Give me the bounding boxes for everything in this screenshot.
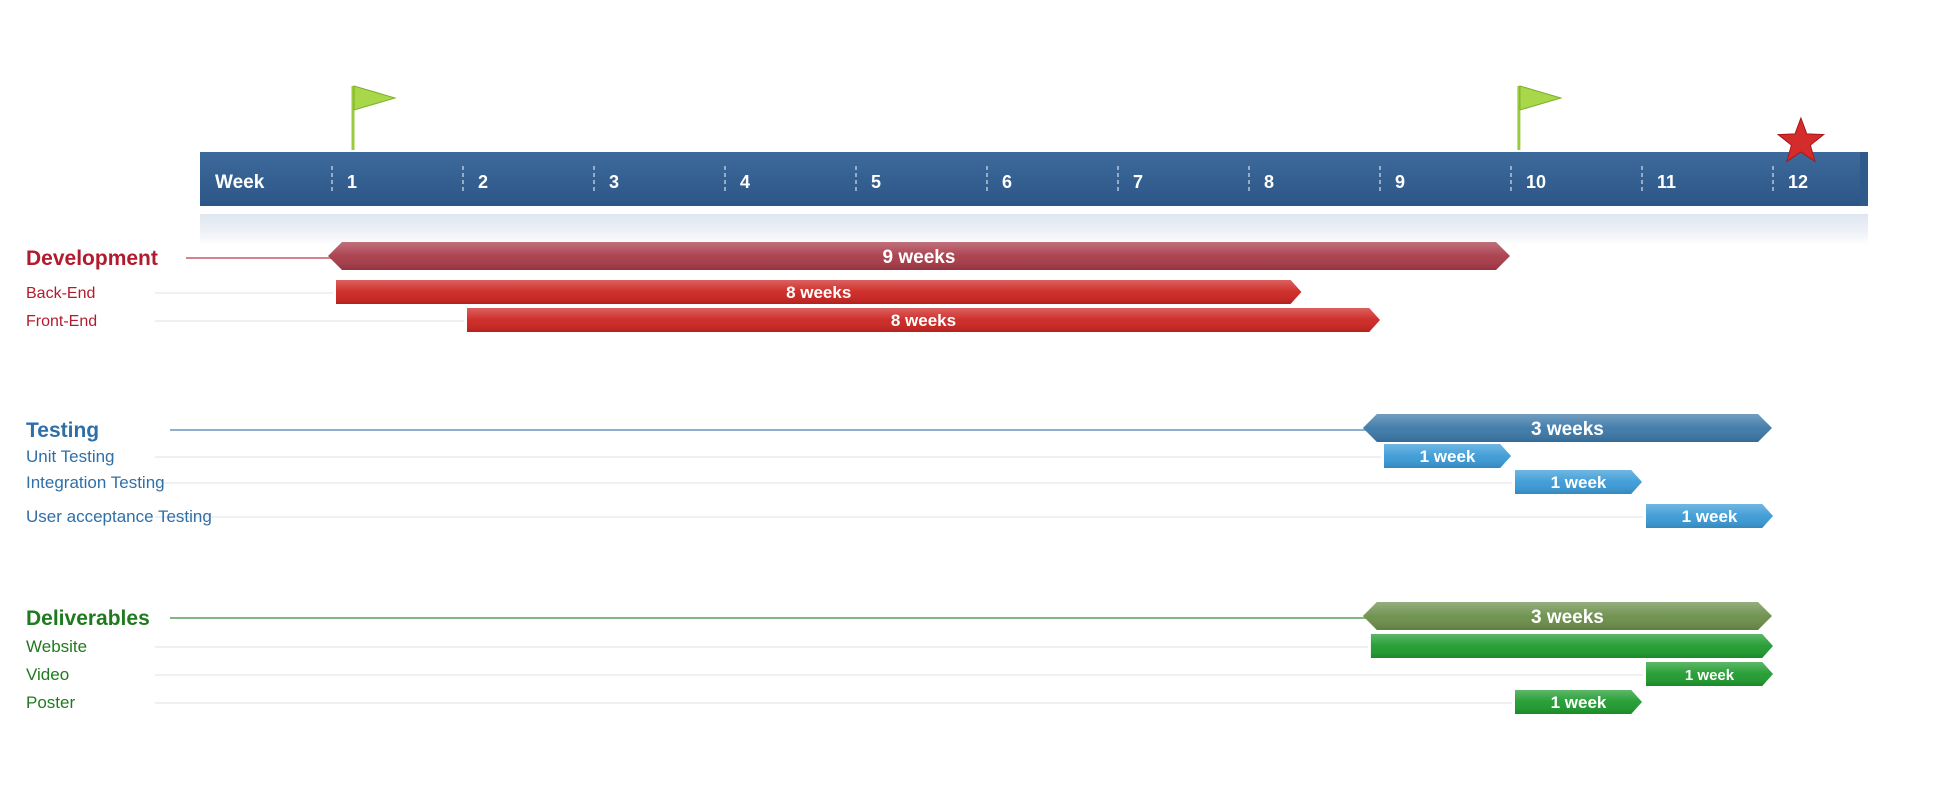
milestone-layer bbox=[351, 85, 1826, 163]
task-label: Unit Testing bbox=[26, 447, 115, 466]
rows-layer: Development 9 weeks Back-End 8 weeks Front-E… bbox=[26, 242, 1773, 714]
group-label: Development bbox=[26, 247, 158, 270]
flag-icon bbox=[353, 85, 397, 111]
axis-tick-label: 11 bbox=[1657, 172, 1676, 192]
gantt-chart: Week 1 2 3 4 5 6 7 8 9 10 11 12 Development 9 weeksBa… bbox=[26, 85, 1868, 714]
task-label: Front-End bbox=[26, 313, 97, 330]
axis-tick-label: 1 bbox=[347, 172, 357, 192]
summary-bar-label: 9 weeks bbox=[883, 247, 956, 268]
task-bar-label: 1 week bbox=[1420, 447, 1476, 466]
axis-tick-label: 4 bbox=[740, 172, 750, 192]
task-bar-label: 8 weeks bbox=[786, 283, 851, 302]
timeline-reflection bbox=[200, 214, 1868, 246]
timeline-header bbox=[200, 152, 1860, 206]
task-bar-label: 1 week bbox=[1551, 473, 1607, 492]
task-bar-label: 1 week bbox=[1682, 507, 1738, 526]
task-label: Back-End bbox=[26, 285, 95, 302]
task-bar-label: 1 week bbox=[1551, 693, 1607, 712]
task-label: Website bbox=[26, 637, 87, 656]
axis-tick-label: 7 bbox=[1133, 172, 1143, 192]
axis-tick-label: 12 bbox=[1788, 172, 1808, 192]
task-bar-gloss bbox=[1370, 634, 1773, 658]
axis-tick-label: 8 bbox=[1264, 172, 1274, 192]
axis-tick-label: 6 bbox=[1002, 172, 1012, 192]
summary-bar-label: 3 weeks bbox=[1531, 607, 1604, 628]
task-bar-label: 8 weeks bbox=[891, 311, 956, 330]
axis-tick-label: 2 bbox=[478, 172, 488, 192]
task-label: User acceptance Testing bbox=[26, 507, 212, 526]
axis-tick-label: 5 bbox=[871, 172, 881, 192]
group-label: Deliverables bbox=[26, 607, 150, 630]
task-label: Video bbox=[26, 665, 69, 684]
summary-bar-label: 3 weeks bbox=[1531, 419, 1604, 440]
flag-icon bbox=[1519, 85, 1563, 111]
axis-label: Week bbox=[215, 172, 265, 193]
axis-tick-label: 10 bbox=[1526, 172, 1546, 192]
axis-tick-label: 9 bbox=[1395, 172, 1405, 192]
task-bar-label: 1 week bbox=[1685, 667, 1735, 684]
task-label: Integration Testing bbox=[26, 473, 165, 492]
task-label: Poster bbox=[26, 693, 75, 712]
group-label: Testing bbox=[26, 419, 99, 442]
timeline-header-end bbox=[1860, 152, 1868, 206]
axis-tick-label: 3 bbox=[609, 172, 619, 192]
